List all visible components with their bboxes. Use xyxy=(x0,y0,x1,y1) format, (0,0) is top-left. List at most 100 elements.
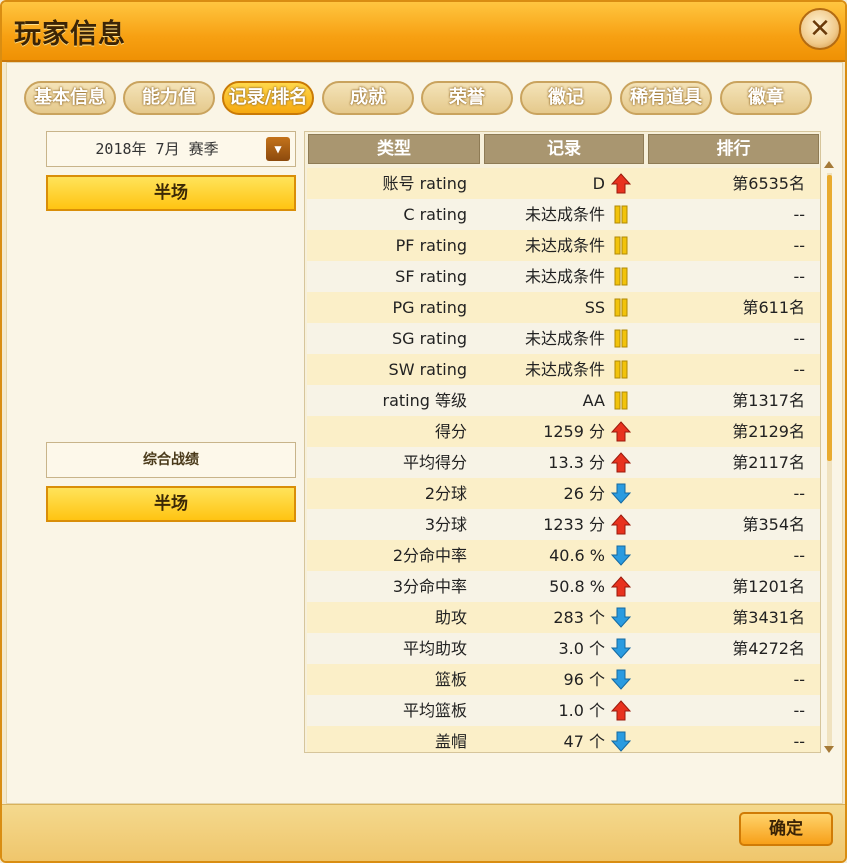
record-rank: 第4272名 xyxy=(732,639,805,658)
records-table: 类型 记录 排行 账号 rating D 第6535名 C rating 未达成条件 --… xyxy=(304,131,821,753)
record-rank: 第611名 xyxy=(742,298,805,317)
tab-ability[interactable]: 能力值 xyxy=(123,81,215,115)
table-row: C rating 未达成条件 -- xyxy=(307,199,820,230)
table-scrollbar[interactable] xyxy=(822,161,838,755)
tab-emblems[interactable]: 徽记 xyxy=(520,81,612,115)
record-value: D xyxy=(592,174,605,193)
record-value: 1233 分 xyxy=(543,515,605,534)
trend-up-icon xyxy=(611,452,631,473)
record-rank: 第1201名 xyxy=(732,577,805,596)
window-title: 玩家信息 xyxy=(14,19,126,50)
half-court-button[interactable]: 半场 xyxy=(46,175,296,211)
record-rank: -- xyxy=(793,360,805,379)
confirm-button[interactable]: 确定 xyxy=(739,812,833,846)
record-rank: 第1317名 xyxy=(732,391,805,410)
table-row: 助攻 283 个 第3431名 xyxy=(307,602,820,633)
trend-up-icon xyxy=(611,700,631,721)
record-value: 26 分 xyxy=(563,484,605,503)
table-row: PG rating SS 第611名 xyxy=(307,292,820,323)
scroll-thumb[interactable] xyxy=(827,175,832,461)
tab-badges[interactable]: 徽章 xyxy=(720,81,812,115)
trend-down-icon xyxy=(611,545,631,566)
record-value: 未达成条件 xyxy=(524,360,605,379)
record-type: 平均篮板 xyxy=(402,701,467,720)
trend-down-icon xyxy=(611,483,631,504)
record-value: 1259 分 xyxy=(543,422,605,441)
no-change-icon xyxy=(614,298,628,317)
record-value: SS xyxy=(584,298,605,317)
table-row: 2分命中率 40.6 % -- xyxy=(307,540,820,571)
record-rank: -- xyxy=(793,701,805,720)
title-bar: 玩家信息 ✕ xyxy=(2,2,845,62)
season-select[interactable]: 2018年 7月 赛季 ▼ xyxy=(46,131,296,167)
record-type: 盖帽 xyxy=(434,732,467,751)
table-row: PF rating 未达成条件 -- xyxy=(307,230,820,261)
record-type: PF rating xyxy=(395,236,467,255)
tab-achievements[interactable]: 成就 xyxy=(322,81,414,115)
record-rank: 第3431名 xyxy=(732,608,805,627)
record-value: 40.6 % xyxy=(549,546,605,565)
no-change-icon xyxy=(614,391,628,410)
footer-bar xyxy=(2,804,845,861)
record-rank: -- xyxy=(793,732,805,751)
record-type: PG rating xyxy=(392,298,467,317)
record-value: 未达成条件 xyxy=(524,267,605,286)
column-header-rank: 排行 xyxy=(648,134,819,164)
no-change-icon xyxy=(614,205,628,224)
scroll-up-icon[interactable] xyxy=(824,161,834,168)
record-type: rating 等级 xyxy=(382,391,468,410)
record-value: 47 个 xyxy=(563,732,605,751)
scroll-down-icon[interactable] xyxy=(824,746,834,753)
record-value: 3.0 个 xyxy=(558,639,605,658)
dropdown-arrow-icon[interactable]: ▼ xyxy=(266,137,290,161)
record-type: 2分命中率 xyxy=(392,546,467,565)
no-change-icon xyxy=(614,236,628,255)
table-row: 得分 1259 分 第2129名 xyxy=(307,416,820,447)
record-type: 2分球 xyxy=(424,484,467,503)
trend-up-icon xyxy=(611,421,631,442)
table-row: 平均助攻 3.0 个 第4272名 xyxy=(307,633,820,664)
record-rank: -- xyxy=(793,236,805,255)
no-change-icon xyxy=(614,329,628,348)
trend-up-icon xyxy=(611,576,631,597)
column-header-type: 类型 xyxy=(308,134,480,164)
record-rank: 第354名 xyxy=(742,515,805,534)
record-type: 3分命中率 xyxy=(392,577,467,596)
table-row: 篮板 96 个 -- xyxy=(307,664,820,695)
trend-down-icon xyxy=(611,638,631,659)
record-type: 账号 rating xyxy=(382,174,468,193)
close-button[interactable]: ✕ xyxy=(799,8,841,50)
record-type: 平均助攻 xyxy=(402,639,467,658)
table-row: 平均得分 13.3 分 第2117名 xyxy=(307,447,820,478)
record-type: SW rating xyxy=(388,360,467,379)
table-row: SW rating 未达成条件 -- xyxy=(307,354,820,385)
record-type: 篮板 xyxy=(434,670,467,689)
trend-up-icon xyxy=(611,173,631,194)
tab-basic-info[interactable]: 基本信息 xyxy=(24,81,116,115)
record-rank: 第2129名 xyxy=(732,422,805,441)
table-row: rating 等级 AA 第1317名 xyxy=(307,385,820,416)
tab-honors[interactable]: 荣誉 xyxy=(421,81,513,115)
record-type: 得分 xyxy=(434,422,467,441)
record-value: 未达成条件 xyxy=(524,236,605,255)
record-rank: 第6535名 xyxy=(732,174,805,193)
record-value: 96 个 xyxy=(563,670,605,689)
record-value: 50.8 % xyxy=(549,577,605,596)
record-rank: 第2117名 xyxy=(732,453,805,472)
record-type: SF rating xyxy=(395,267,467,286)
tab-rare-items[interactable]: 稀有道具 xyxy=(620,81,712,115)
overall-record-label: 综合战绩 xyxy=(46,442,296,478)
table-row: 平均篮板 1.0 个 -- xyxy=(307,695,820,726)
record-value: 283 个 xyxy=(553,608,605,627)
season-select-value: 2018年 7月 赛季 xyxy=(95,140,219,158)
overall-half-court-button[interactable]: 半场 xyxy=(46,486,296,522)
record-type: 3分球 xyxy=(424,515,467,534)
tab-records-rank[interactable]: 记录/排名 xyxy=(222,81,314,115)
no-change-icon xyxy=(614,360,628,379)
column-header-record: 记录 xyxy=(484,134,644,164)
table-row: 账号 rating D 第6535名 xyxy=(307,168,820,199)
table-row: 3分球 1233 分 第354名 xyxy=(307,509,820,540)
record-rank: -- xyxy=(793,484,805,503)
record-rank: -- xyxy=(793,267,805,286)
record-value: 未达成条件 xyxy=(524,329,605,348)
